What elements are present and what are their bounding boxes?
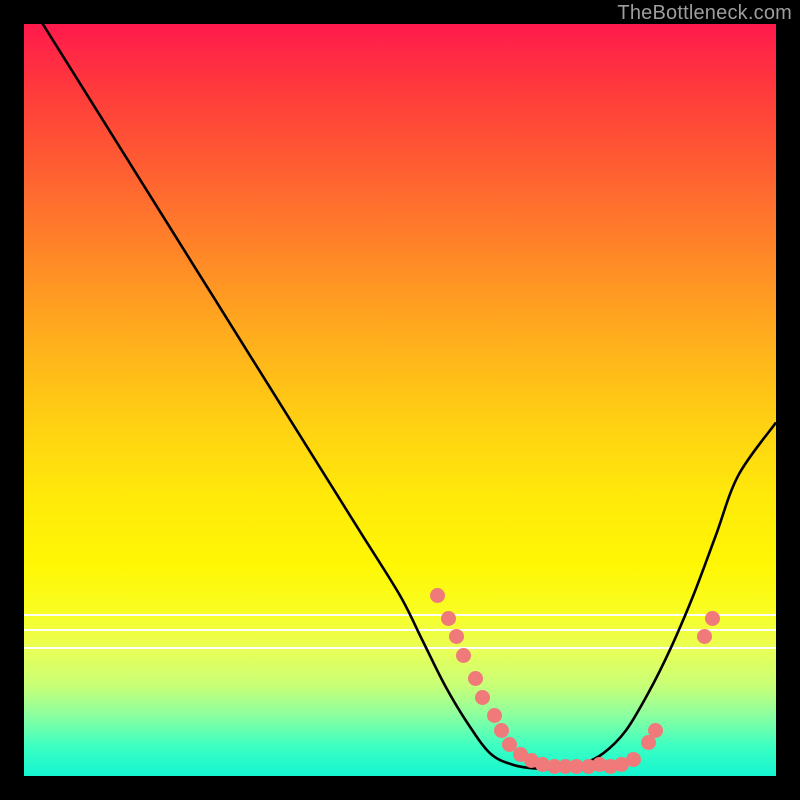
plot-area bbox=[24, 24, 776, 776]
data-marker bbox=[626, 752, 641, 767]
data-marker bbox=[441, 611, 456, 626]
curve-svg bbox=[24, 24, 776, 776]
chart-root: TheBottleneck.com bbox=[0, 0, 800, 800]
bottleneck-curve-line bbox=[24, 24, 776, 769]
watermark-text: TheBottleneck.com bbox=[617, 2, 792, 25]
data-marker bbox=[475, 690, 490, 705]
data-marker bbox=[487, 708, 502, 723]
data-marker bbox=[468, 671, 483, 686]
data-marker bbox=[705, 611, 720, 626]
